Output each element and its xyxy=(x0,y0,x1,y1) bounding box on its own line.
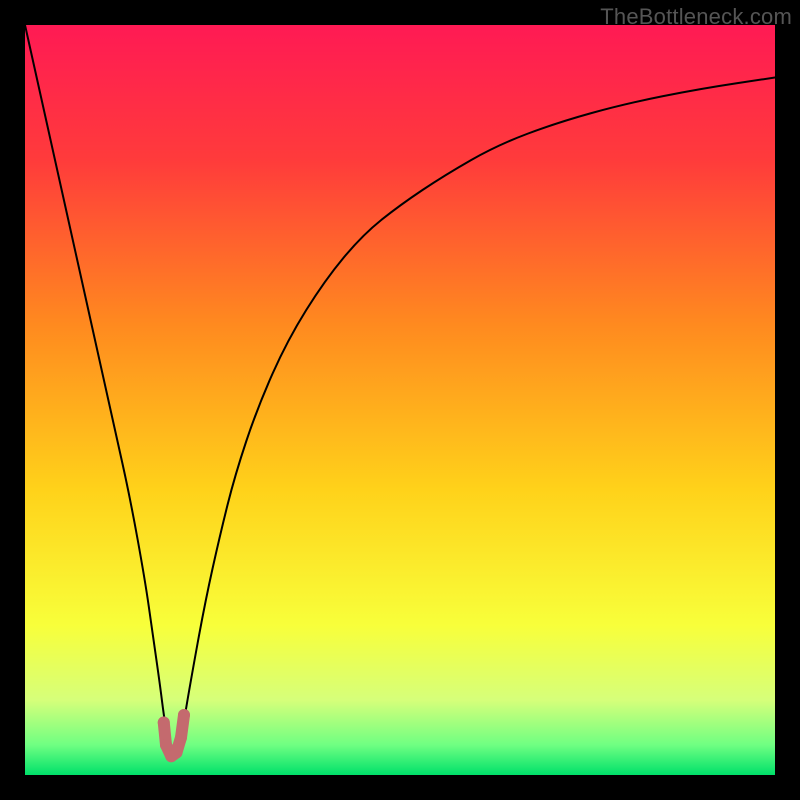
minimum-dot xyxy=(171,747,183,759)
minimum-dot xyxy=(175,732,187,744)
plot-area xyxy=(25,25,775,775)
chart-frame: TheBottleneck.com xyxy=(0,0,800,800)
minimum-dot xyxy=(160,739,172,751)
minimum-dot xyxy=(158,717,170,729)
gradient-background xyxy=(25,25,775,775)
chart-svg xyxy=(25,25,775,775)
minimum-dot xyxy=(178,709,190,721)
watermark-text: TheBottleneck.com xyxy=(600,4,792,30)
